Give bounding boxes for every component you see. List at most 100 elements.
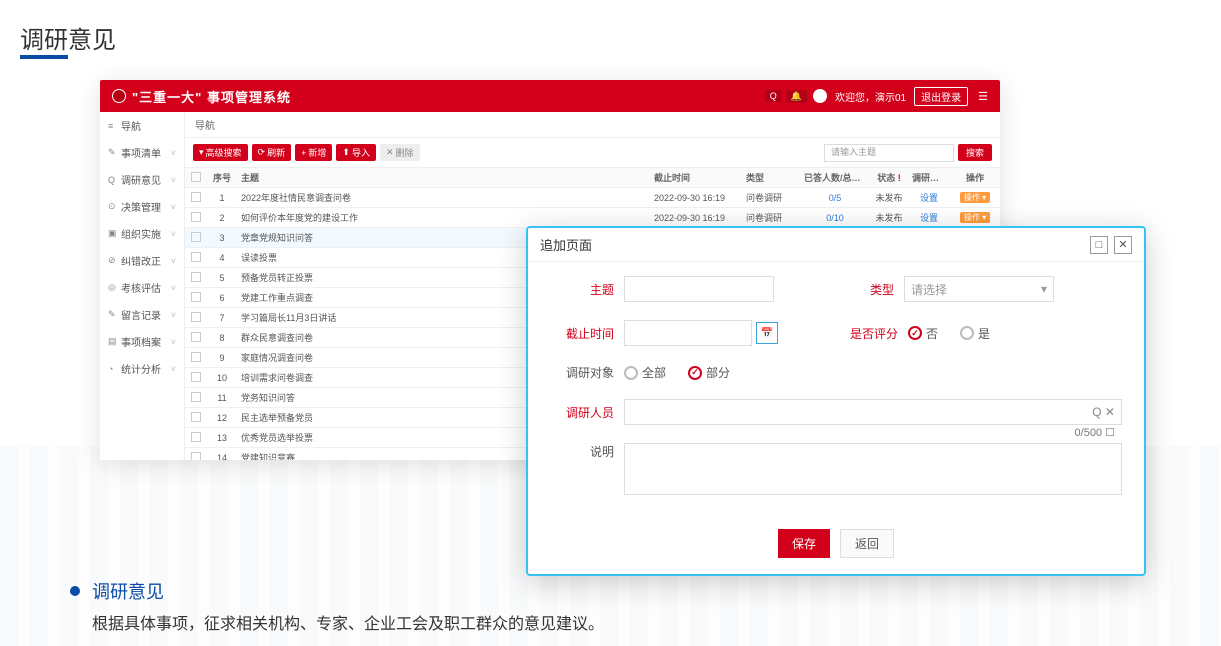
- row-checkbox[interactable]: [191, 452, 201, 461]
- search-icon[interactable]: Q: [765, 90, 782, 102]
- row-checkbox[interactable]: [191, 292, 201, 302]
- cell-idx: 2: [207, 213, 237, 223]
- cell-op[interactable]: 操作 ▾: [950, 192, 1000, 203]
- target-part[interactable]: 部分: [688, 364, 730, 381]
- lbl-deadline: 截止时间: [550, 325, 614, 342]
- sidebar-icon: ✎: [108, 147, 118, 158]
- target-all[interactable]: 全部: [624, 364, 666, 381]
- search-button[interactable]: 搜索: [958, 144, 992, 161]
- sidebar-icon: ✎: [108, 309, 118, 320]
- people-input[interactable]: Q ✕: [624, 399, 1122, 425]
- cell-type: 问卷调研: [742, 211, 800, 224]
- scoring-no[interactable]: 否: [908, 325, 938, 342]
- sidebar-item-0[interactable]: ≡导航: [100, 112, 184, 139]
- sidebar-label: 纠错改正: [121, 253, 171, 268]
- row-checkbox[interactable]: [191, 412, 201, 422]
- sidebar-item-9[interactable]: ◔统计分析˅: [100, 355, 184, 382]
- sidebar-item-5[interactable]: ⊘纠错改正˅: [100, 247, 184, 274]
- col-topic: 主题: [237, 171, 650, 184]
- back-button[interactable]: 返回: [840, 529, 894, 558]
- row-checkbox[interactable]: [191, 372, 201, 382]
- cell-idx: 3: [207, 233, 237, 243]
- desc-counter: 0/500 ☐: [1075, 426, 1115, 439]
- cell-status: 未发布: [870, 211, 908, 224]
- sidebar-icon: ≡: [108, 121, 118, 131]
- logout-button[interactable]: 退出登录: [914, 87, 968, 106]
- lbl-topic: 主题: [550, 281, 614, 298]
- row-checkbox[interactable]: [191, 432, 201, 442]
- caption-title: 调研意见: [92, 578, 164, 604]
- filter-button[interactable]: ▾高级搜索: [193, 144, 248, 161]
- cell-idx: 14: [207, 453, 237, 461]
- delete-button[interactable]: ✕删除: [380, 144, 420, 161]
- title-underline: [20, 55, 68, 59]
- sidebar-icon: ◎: [108, 282, 118, 293]
- col-idx: 序号: [207, 171, 237, 184]
- cell-time: 2022-09-30 16:19: [650, 193, 742, 203]
- avatar-icon[interactable]: [813, 89, 827, 103]
- check-all[interactable]: [191, 172, 201, 182]
- topic-input[interactable]: [624, 276, 774, 302]
- sidebar-label: 留言记录: [121, 307, 171, 322]
- row-checkbox[interactable]: [191, 332, 201, 342]
- sidebar-icon: ▣: [108, 228, 118, 239]
- bullet-icon: [70, 586, 80, 596]
- maximize-icon[interactable]: □: [1090, 236, 1108, 254]
- sidebar-item-7[interactable]: ✎留言记录˅: [100, 301, 184, 328]
- scoring-yes[interactable]: 是: [960, 325, 990, 342]
- table-row[interactable]: 12022年度社情民意调查问卷2022-09-30 16:19问卷调研0/5未发…: [185, 188, 1000, 208]
- sidebar-label: 事项档案: [121, 334, 171, 349]
- cell-issue[interactable]: 设置: [908, 211, 950, 224]
- cell-op[interactable]: 操作 ▾: [950, 212, 1000, 223]
- search-clear-icon[interactable]: Q ✕: [1092, 405, 1115, 419]
- lbl-type: 类型: [830, 281, 894, 298]
- bell-icon[interactable]: 🔔: [786, 90, 807, 103]
- sidebar-item-8[interactable]: ▤事项档案˅: [100, 328, 184, 355]
- refresh-button[interactable]: ⟳刷新: [252, 144, 292, 161]
- slide-title: 调研意见: [20, 20, 116, 55]
- row-checkbox[interactable]: [191, 352, 201, 362]
- close-icon[interactable]: ✕: [1114, 236, 1132, 254]
- cell-idx: 5: [207, 273, 237, 283]
- cell-idx: 11: [207, 393, 237, 403]
- sidebar-label: 调研意见: [121, 172, 171, 187]
- save-button[interactable]: 保存: [778, 529, 830, 558]
- cell-count: 0/10: [800, 213, 870, 223]
- chevron-down-icon: ˅: [171, 310, 176, 320]
- info-icon[interactable]: !: [898, 173, 901, 183]
- sidebar-icon: ⊘: [108, 255, 118, 266]
- import-button[interactable]: ⬆导入: [336, 144, 376, 161]
- row-checkbox[interactable]: [191, 392, 201, 402]
- sidebar-item-4[interactable]: ▣组织实施˅: [100, 220, 184, 247]
- row-checkbox[interactable]: [191, 212, 201, 222]
- row-checkbox[interactable]: [191, 272, 201, 282]
- row-checkbox[interactable]: [191, 232, 201, 242]
- add-modal: 追加页面 □ ✕ 主题 类型 请选择▾ 截止时间 📅 是否评分 否 是 调研对象…: [526, 226, 1146, 576]
- sidebar-label: 组织实施: [121, 226, 171, 241]
- search-input[interactable]: 请输入主题: [824, 144, 954, 162]
- type-select[interactable]: 请选择▾: [904, 276, 1054, 302]
- sidebar-item-6[interactable]: ◎考核评估˅: [100, 274, 184, 301]
- sidebar-item-1[interactable]: ✎事项清单˅: [100, 139, 184, 166]
- cell-idx: 8: [207, 333, 237, 343]
- row-checkbox[interactable]: [191, 252, 201, 262]
- cell-type: 问卷调研: [742, 191, 800, 204]
- app-brand: "三重一大" 事项管理系统: [132, 87, 291, 106]
- row-checkbox[interactable]: [191, 312, 201, 322]
- calendar-icon[interactable]: 📅: [756, 322, 778, 344]
- table-row[interactable]: 2如何评价本年度党的建设工作2022-09-30 16:19问卷调研0/10未发…: [185, 208, 1000, 228]
- cell-topic: 2022年度社情民意调查问卷: [237, 191, 650, 204]
- sidebar-item-3[interactable]: ⊙决策管理˅: [100, 193, 184, 220]
- chevron-down-icon: ▾: [1041, 282, 1047, 296]
- col-op: 操作: [950, 171, 1000, 184]
- add-button[interactable]: +新增: [295, 144, 332, 161]
- deadline-input[interactable]: [624, 320, 752, 346]
- cell-issue[interactable]: 设置: [908, 191, 950, 204]
- sidebar-label: 统计分析: [121, 361, 171, 376]
- desc-textarea[interactable]: 0/500 ☐: [624, 443, 1122, 495]
- sidebar-label: 事项清单: [121, 145, 171, 160]
- sidebar-label: 决策管理: [121, 199, 171, 214]
- row-checkbox[interactable]: [191, 192, 201, 202]
- menu-icon[interactable]: ☰: [978, 90, 988, 103]
- sidebar-item-2[interactable]: Q调研意见˅: [100, 166, 184, 193]
